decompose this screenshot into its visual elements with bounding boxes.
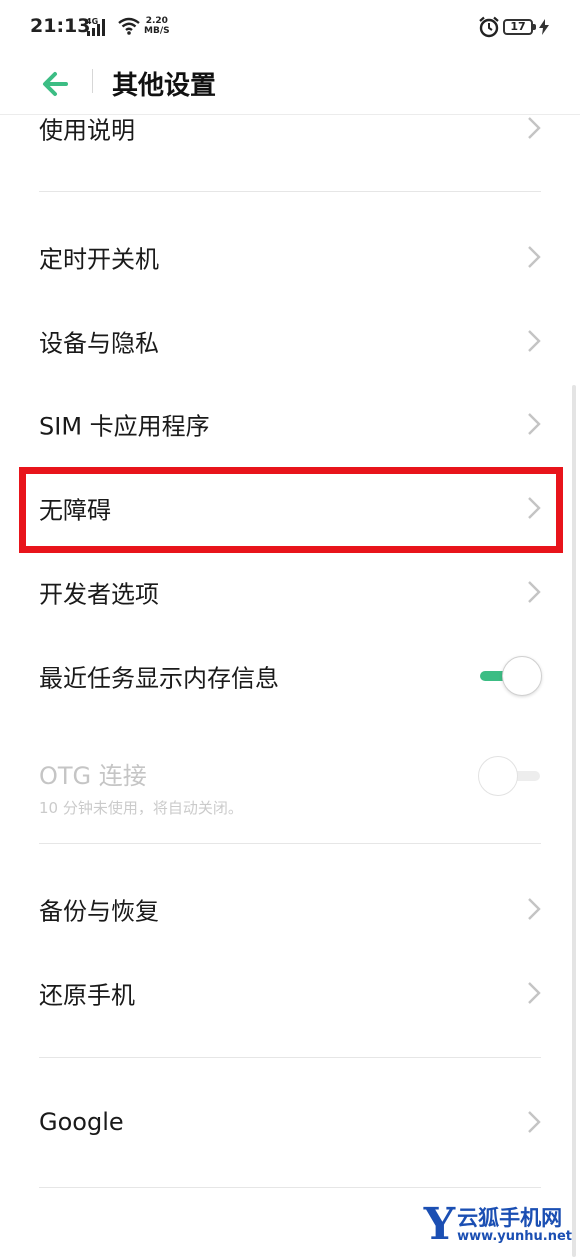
app-header: 其他设置 — [0, 56, 580, 115]
chevron-right-icon — [528, 497, 541, 519]
otg-toggle[interactable] — [478, 756, 542, 796]
watermark-name: 云狐手机网 — [457, 1206, 563, 1230]
item-label: 备份与恢复 — [39, 897, 159, 926]
item-label: 无障碍 — [39, 496, 111, 525]
recent-tasks-memory-toggle[interactable] — [478, 656, 542, 696]
item-label: 使用说明 — [39, 116, 135, 145]
speed-unit: MB/S — [144, 26, 170, 36]
chevron-right-icon — [528, 246, 541, 268]
back-button[interactable] — [38, 64, 78, 104]
divider — [39, 843, 541, 844]
watermark-text: 云狐手机网 www.yunhu.net — [457, 1206, 572, 1244]
item-label: 开发者选项 — [39, 580, 159, 609]
chevron-right-icon — [528, 898, 541, 920]
chevron-right-icon — [528, 413, 541, 435]
page-title: 其他设置 — [112, 71, 217, 101]
settings-item-google[interactable]: Google — [0, 1080, 580, 1164]
status-time: 21:13 — [30, 15, 91, 37]
divider — [39, 191, 541, 192]
settings-item-developer-options[interactable]: 开发者选项 — [0, 550, 580, 634]
item-label: SIM 卡应用程序 — [39, 412, 210, 441]
alarm-icon — [478, 16, 500, 42]
status-bar: 21:13 4G 2.20 MB/S 17 — [0, 0, 580, 56]
item-label: 最近任务显示内存信息 — [39, 664, 279, 693]
divider — [39, 1057, 541, 1058]
chevron-right-icon — [528, 1111, 541, 1133]
settings-item-sim-apps[interactable]: SIM 卡应用程序 — [0, 382, 580, 466]
watermark-logo: Y 云狐手机网 www.yunhu.net — [423, 1199, 572, 1250]
wifi-icon — [117, 16, 141, 40]
item-subtitle: 10 分钟未使用，将自动关闭。 — [39, 799, 243, 817]
settings-item-device-privacy[interactable]: 设备与隐私 — [0, 299, 580, 383]
chevron-right-icon — [528, 982, 541, 1004]
speed-value: 2.20 — [145, 16, 168, 26]
item-label: Google — [39, 1108, 124, 1136]
signal-icon: 4G — [86, 16, 112, 42]
battery-icon: 17 — [503, 19, 536, 35]
scrollbar[interactable] — [572, 385, 576, 1257]
chevron-right-icon — [528, 581, 541, 603]
settings-item-reset-phone[interactable]: 还原手机 — [0, 951, 580, 1035]
settings-item-accessibility[interactable]: 无障碍 — [0, 466, 580, 550]
watermark-letter: Y — [423, 1199, 456, 1250]
settings-item-scheduled-power[interactable]: 定时开关机 — [0, 215, 580, 299]
settings-item-backup-restore[interactable]: 备份与恢复 — [0, 867, 580, 951]
settings-item-otg: OTG 连接 10 分钟未使用，将自动关闭。 — [0, 726, 580, 826]
network-type: 4G — [86, 17, 98, 26]
charging-icon — [539, 19, 549, 39]
toggle-knob — [478, 756, 518, 796]
toggle-knob — [502, 656, 542, 696]
divider — [39, 1187, 541, 1188]
item-label: 设备与隐私 — [39, 329, 159, 358]
item-label: OTG 连接 — [39, 762, 147, 790]
chevron-right-icon — [528, 117, 541, 139]
item-label: 还原手机 — [39, 981, 135, 1010]
settings-item-recent-tasks-memory: 最近任务显示内存信息 — [0, 634, 580, 718]
watermark-url: www.yunhu.net — [457, 1229, 572, 1244]
header-separator — [92, 69, 93, 93]
item-label: 定时开关机 — [39, 245, 159, 274]
back-arrow-icon — [43, 72, 68, 96]
chevron-right-icon — [528, 330, 541, 352]
network-speed: 2.20 MB/S — [144, 16, 170, 36]
